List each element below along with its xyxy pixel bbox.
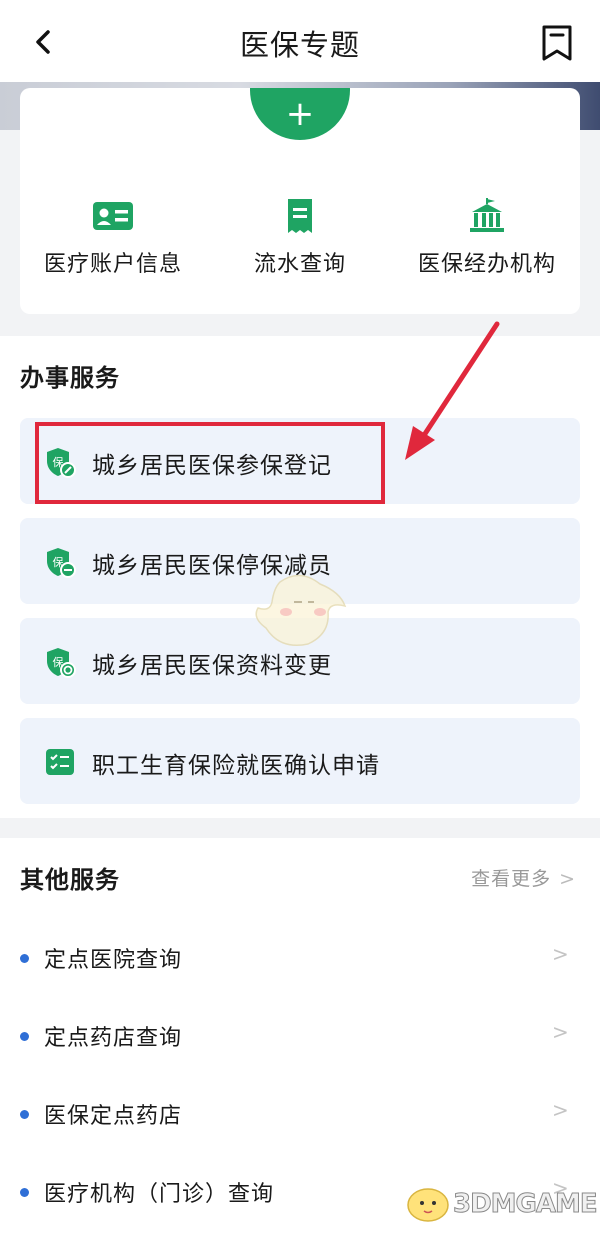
quick-action-label: 医保经办机构 (417, 252, 556, 277)
plus-icon: + (285, 94, 315, 134)
chevron-right-icon: > (559, 868, 576, 890)
list-item-hospital-query[interactable]: 定点医院查询 > (0, 934, 600, 984)
medical-plus-badge: + (244, 88, 356, 146)
service-label: 职工生育保险就医确认申请 (92, 753, 380, 779)
chevron-right-icon: > (552, 1020, 569, 1044)
list-item-label: 医保定点药店 (44, 1104, 183, 1129)
list-item-pharmacy-query[interactable]: 定点药店查询 > (0, 1012, 600, 1062)
other-services-section: 其他服务 查看更多 > 定点医院查询 > 定点药店查询 > 医保定点药店 > 医疗… (0, 838, 600, 1233)
watermark-text: 3DMGAME (453, 1189, 599, 1220)
page-title: 医保专题 (239, 28, 360, 62)
list-item-label: 定点药店查询 (44, 1026, 183, 1051)
other-services-title: 其他服务 (20, 866, 120, 894)
chevron-right-icon: > (552, 942, 569, 966)
bullet-dot (20, 1188, 29, 1197)
shield-minus-icon: 保 (47, 548, 76, 578)
chevron-right-icon: > (552, 1098, 569, 1122)
top-bar: 医保专题 (0, 0, 600, 82)
receipt-icon (288, 199, 312, 233)
bullet-dot (20, 1110, 29, 1119)
list-item-label: 医疗机构（门诊）查询 (44, 1182, 275, 1207)
checklist-icon (46, 749, 74, 775)
list-item-designated-pharmacy[interactable]: 医保定点药店 > (0, 1090, 600, 1140)
quick-action-agencies[interactable]: 医保经办机构 (394, 198, 580, 278)
quick-action-label: 流水查询 (253, 252, 346, 277)
view-more-link[interactable]: 查看更多 > (471, 864, 576, 891)
bullet-dot (20, 954, 29, 963)
services-title: 办事服务 (20, 364, 120, 392)
service-item-maternity[interactable]: 职工生育保险就医确认申请 (20, 718, 580, 804)
site-watermark: 3DMGAME (405, 1177, 598, 1227)
list-item-label: 定点医院查询 (44, 948, 183, 973)
bookmark-icon[interactable] (540, 24, 574, 62)
red-arrow-annotation (405, 321, 500, 460)
quick-action-label: 医疗账户信息 (43, 252, 182, 277)
watermark-mascot-icon (407, 1188, 449, 1222)
quick-action-transactions[interactable]: 流水查询 (207, 198, 393, 278)
view-more-label: 查看更多 (471, 868, 552, 890)
bullet-dot (20, 1032, 29, 1041)
highlight-box (35, 422, 385, 504)
id-card-icon (93, 202, 133, 230)
shield-refresh-icon: 保 (47, 648, 76, 678)
mascot-watermark (255, 574, 347, 646)
building-icon (470, 198, 504, 232)
quick-action-account-info[interactable]: 医疗账户信息 (20, 198, 206, 278)
quick-actions-card: + 医疗账户信息 流水查询 医保经办机构 (20, 88, 580, 314)
